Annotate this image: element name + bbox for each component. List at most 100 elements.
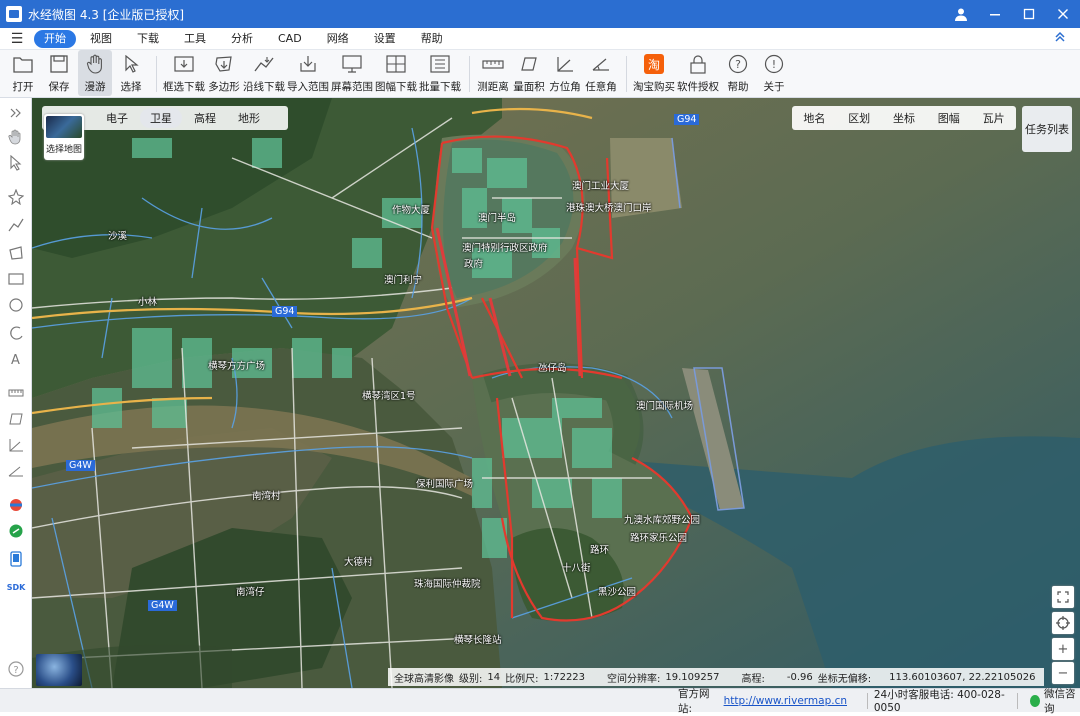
- user-icon[interactable]: [944, 0, 978, 28]
- about-button[interactable]: ! 关于: [757, 50, 791, 96]
- menu-start[interactable]: 开始: [34, 29, 76, 48]
- measure-ruler-icon[interactable]: [6, 384, 26, 402]
- text-label-icon[interactable]: A: [6, 350, 26, 368]
- select-cursor-icon[interactable]: [6, 154, 26, 172]
- import-icon: [297, 53, 319, 75]
- sdk-icon[interactable]: SDK: [6, 578, 26, 596]
- taobao-button[interactable]: 淘 淘宝购买: [633, 50, 675, 96]
- hand-icon: [84, 53, 106, 75]
- menu-cad[interactable]: CAD: [267, 30, 313, 48]
- taobao-icon: 淘: [643, 53, 665, 75]
- zoom-in-icon[interactable]: +: [1052, 638, 1074, 660]
- license-button[interactable]: 软件授权: [677, 50, 719, 96]
- minimize-button[interactable]: [978, 0, 1012, 28]
- measure-distance-button[interactable]: 测距离: [476, 50, 510, 96]
- close-button[interactable]: [1046, 0, 1080, 28]
- fullscreen-icon[interactable]: [1052, 586, 1074, 608]
- globe-overview-icon[interactable]: [36, 654, 82, 686]
- menu-help[interactable]: 帮助: [410, 30, 454, 48]
- query-tile[interactable]: 瓦片: [983, 110, 1005, 126]
- map-source-selector[interactable]: 选择地图: [44, 114, 84, 160]
- toolbar-divider: [626, 56, 627, 92]
- footer-divider: [867, 692, 868, 709]
- menu-download[interactable]: 下载: [126, 30, 170, 48]
- service-phone: 24小时客服电话: 400-028-0050: [873, 689, 1005, 714]
- query-sheet[interactable]: 图幅: [938, 110, 960, 126]
- measure-area-button[interactable]: 量面积: [512, 50, 546, 96]
- draw-arc-icon[interactable]: [6, 324, 26, 342]
- coord-value: 113.60103607, 22.22105026: [889, 671, 1036, 683]
- batch-download-button[interactable]: 批量下载: [419, 50, 461, 96]
- maximize-button[interactable]: [1012, 0, 1046, 28]
- title-bar: 水经微图 4.3 [企业版已授权]: [0, 0, 1080, 28]
- map-label: 作物大厦: [392, 205, 431, 216]
- road-shield-g94: G94: [674, 114, 700, 125]
- website-label: 官方网站:: [678, 687, 710, 715]
- select-button[interactable]: 选择: [114, 50, 148, 96]
- help-button[interactable]: ? 帮助: [721, 50, 755, 96]
- azimuth-button[interactable]: 方位角: [548, 50, 582, 96]
- angle-tool-icon[interactable]: [6, 462, 26, 480]
- draw-circle-icon[interactable]: [6, 296, 26, 314]
- map-label-park: 路环家乐公园: [630, 533, 688, 544]
- angle-icon: [590, 53, 612, 75]
- map-label-airport: 澳门国际机场: [636, 401, 694, 412]
- azimuth-tool-icon[interactable]: [6, 436, 26, 454]
- wechat-consult-button[interactable]: 微信咨询: [1029, 686, 1080, 716]
- tab-satellite[interactable]: 卫星: [140, 108, 182, 128]
- box-download-button[interactable]: 框选下载: [163, 50, 205, 96]
- map-view[interactable]: 电子 卫星 高程 地形 选择地图 地名 区划 坐标 图幅 瓦片 任务列表 G94…: [32, 98, 1080, 688]
- lock-icon: [687, 53, 709, 75]
- menu-analysis[interactable]: 分析: [220, 30, 264, 48]
- import-range-button[interactable]: 导入范围: [287, 50, 329, 96]
- measure-area-icon[interactable]: [6, 410, 26, 428]
- query-district[interactable]: 区划: [848, 110, 870, 126]
- area-icon: [518, 53, 540, 75]
- road-shield-g94: G94: [272, 306, 298, 317]
- map-label-park: 九澳水库郊野公园: [624, 515, 701, 526]
- hamburger-menu-icon[interactable]: ☰: [0, 31, 34, 47]
- screen-range-button[interactable]: 屏幕范围: [331, 50, 373, 96]
- menu-settings[interactable]: 设置: [363, 30, 407, 48]
- open-button[interactable]: 打开: [6, 50, 40, 96]
- draw-polygon-icon[interactable]: [6, 244, 26, 262]
- map-label: 澳门利宁: [384, 275, 423, 286]
- pan-hand-icon[interactable]: [6, 128, 26, 146]
- help-circle-icon[interactable]: ?: [6, 660, 26, 678]
- info-icon: !: [763, 53, 785, 75]
- line-download-button[interactable]: 沿线下载: [243, 50, 285, 96]
- svg-text:A: A: [11, 353, 20, 367]
- menu-view[interactable]: 视图: [79, 30, 123, 48]
- locate-icon[interactable]: [1052, 612, 1074, 634]
- tab-elevation[interactable]: 高程: [184, 108, 226, 128]
- link-green-icon[interactable]: [6, 522, 26, 540]
- elevation-label: 高程:: [741, 673, 765, 685]
- sheet-download-button[interactable]: 图幅下载: [375, 50, 417, 96]
- query-coordinate[interactable]: 坐标: [893, 110, 915, 126]
- query-place-name[interactable]: 地名: [803, 110, 825, 126]
- website-link[interactable]: http://www.rivermap.cn: [724, 695, 847, 707]
- query-toolbar: 地名 区划 坐标 图幅 瓦片: [792, 106, 1016, 130]
- plugin-colored-icon[interactable]: [6, 496, 26, 514]
- marker-icon[interactable]: [6, 188, 26, 206]
- draw-line-icon[interactable]: [6, 216, 26, 234]
- tab-electronic[interactable]: 电子: [96, 108, 138, 128]
- grid-icon: [385, 53, 407, 75]
- save-button[interactable]: 保存: [42, 50, 76, 96]
- status-bar: 全球高清影像 级别: 14 比例尺: 1:72223 空间分辨率: 19.109…: [388, 668, 1044, 686]
- expand-panel-icon[interactable]: [6, 104, 26, 122]
- imagery-source: 全球高清影像: [394, 673, 454, 685]
- menu-network[interactable]: 网络: [316, 30, 360, 48]
- any-angle-button[interactable]: 任意角: [584, 50, 618, 96]
- collapse-ribbon-icon[interactable]: [1054, 31, 1066, 46]
- polygon-button[interactable]: 多边形: [207, 50, 241, 96]
- pan-button[interactable]: 漫游: [78, 50, 112, 96]
- map-label: 港珠澳大桥澳门口岸: [566, 203, 652, 214]
- zoom-out-icon[interactable]: −: [1052, 662, 1074, 684]
- tab-terrain[interactable]: 地形: [228, 108, 270, 128]
- draw-rectangle-icon[interactable]: [6, 270, 26, 288]
- menu-tools[interactable]: 工具: [173, 30, 217, 48]
- task-list-button[interactable]: 任务列表: [1022, 106, 1072, 152]
- level-value: 14: [487, 671, 501, 683]
- mobile-phone-icon[interactable]: [6, 550, 26, 568]
